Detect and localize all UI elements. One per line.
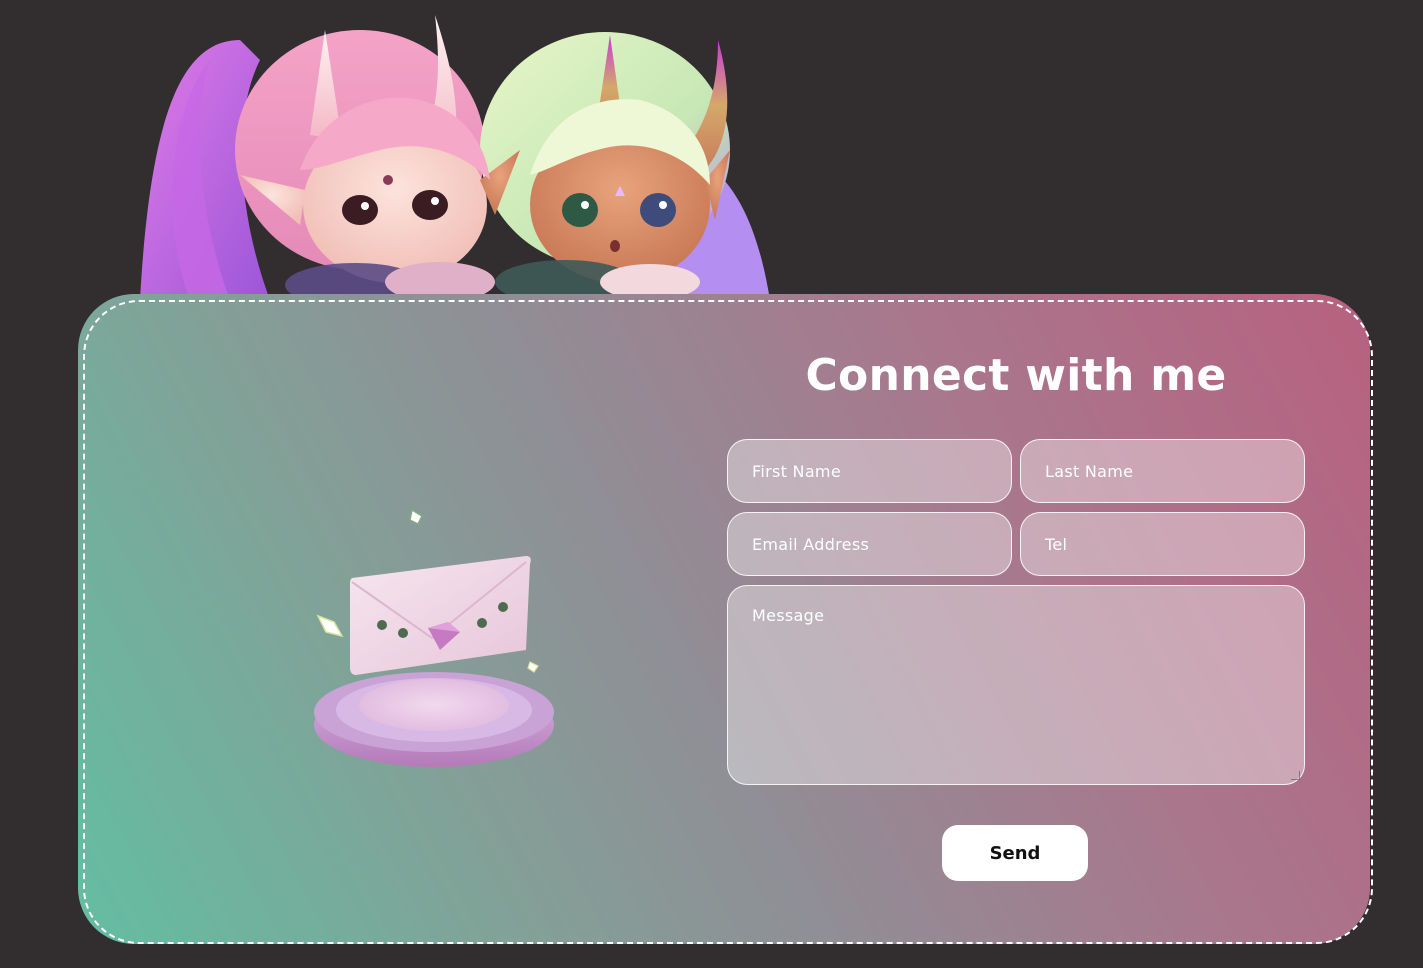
resize-grip-icon[interactable] [1291,771,1300,780]
last-name-placeholder: Last Name [1045,461,1134,481]
send-button[interactable]: Send [942,825,1088,881]
first-name-placeholder: First Name [752,461,841,481]
last-name-input[interactable]: Last Name [1020,439,1305,503]
first-name-input[interactable]: First Name [727,439,1012,503]
page-title: Connect with me [805,350,1227,401]
message-placeholder: Message [752,606,825,625]
envelope-illustration [300,500,570,780]
email-placeholder: Email Address [752,534,870,554]
tel-placeholder: Tel [1045,534,1068,554]
email-input[interactable]: Email Address [727,512,1012,576]
characters-illustration [120,0,780,300]
tel-input[interactable]: Tel [1020,512,1305,576]
message-textarea[interactable]: Message [727,585,1305,785]
